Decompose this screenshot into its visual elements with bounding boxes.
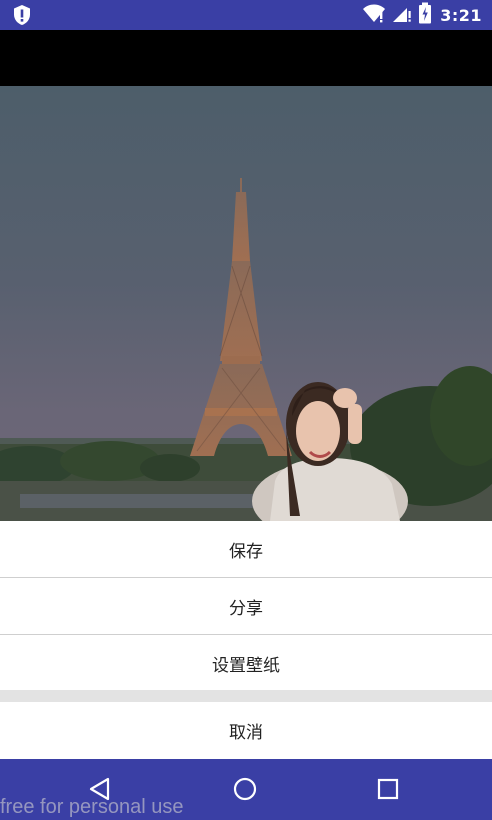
recents-square-icon[interactable] xyxy=(368,771,408,807)
eiffel-tower-photo xyxy=(0,86,492,521)
toolbar xyxy=(0,30,492,86)
share-button[interactable]: 分享 xyxy=(0,578,492,634)
cancel-label: 取消 xyxy=(229,723,263,743)
share-label: 分享 xyxy=(229,598,263,619)
sheet-gap xyxy=(0,690,492,702)
save-label: 保存 xyxy=(229,541,263,562)
watermark-text: free for personal use xyxy=(0,796,184,818)
battery-icon xyxy=(418,2,432,28)
set-wallpaper-label: 设置壁纸 xyxy=(212,655,280,676)
set-wallpaper-button[interactable]: 设置壁纸 xyxy=(0,635,492,691)
status-icons: 3:21 xyxy=(362,0,482,30)
action-sheet: 保存 分享 设置壁纸 取消 xyxy=(0,521,492,759)
shield-alert-icon xyxy=(12,4,32,26)
cell-signal-icon xyxy=(392,3,412,27)
status-time: 3:21 xyxy=(440,5,482,25)
save-button[interactable]: 保存 xyxy=(0,521,492,577)
screen: 3:21 保存 分享 设置壁纸 取消 free for personal use xyxy=(0,0,492,820)
wifi-icon xyxy=(362,3,386,27)
cancel-button[interactable]: 取消 xyxy=(0,702,492,759)
home-circle-icon[interactable] xyxy=(225,771,265,807)
status-bar: 3:21 xyxy=(0,0,492,30)
